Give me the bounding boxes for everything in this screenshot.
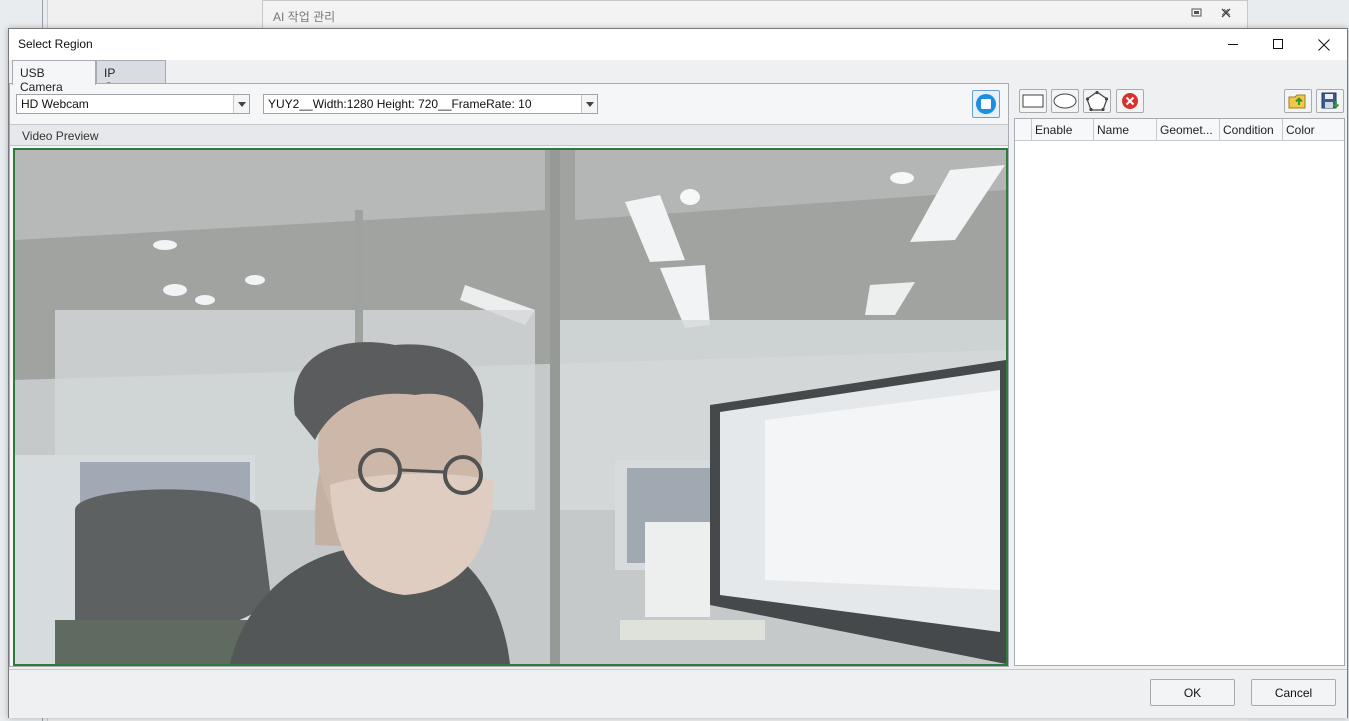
camera-panel: HD Webcam YUY2__Width:1280 Height: 720__… [9, 83, 1009, 667]
chevron-down-icon[interactable] [233, 95, 249, 113]
select-region-dialog: Select Region USB Camera IP Camera HD We… [8, 28, 1348, 718]
close-icon [1318, 38, 1330, 51]
grid-header-name[interactable]: Name [1093, 119, 1156, 140]
draw-ellipse-button[interactable] [1051, 89, 1079, 113]
grid-header-enable[interactable]: Enable [1031, 119, 1093, 140]
save-icon [1321, 92, 1339, 109]
delete-region-button[interactable] [1116, 89, 1144, 113]
dialog-titlebar: Select Region [9, 29, 1347, 60]
polygon-icon [1086, 91, 1108, 111]
video-frame-image [15, 150, 1006, 664]
grid-header-geometry[interactable]: Geomet... [1156, 119, 1219, 140]
load-regions-button[interactable] [1284, 89, 1312, 113]
region-panel: Enable Name Geomet... Condition Color [1013, 83, 1345, 667]
minimize-button[interactable] [1210, 29, 1256, 60]
tab-ip-camera[interactable]: IP Camera [96, 60, 166, 94]
draw-rectangle-button[interactable] [1019, 89, 1047, 113]
regions-grid[interactable]: Enable Name Geomet... Condition Color [1014, 118, 1345, 666]
dialog-button-bar: OK Cancel [9, 669, 1347, 718]
maximize-button[interactable] [1255, 29, 1301, 60]
cancel-button[interactable]: Cancel [1251, 679, 1336, 706]
device-select-value: HD Webcam [21, 97, 89, 111]
close-icon[interactable] [1219, 7, 1233, 21]
video-preview[interactable] [13, 148, 1008, 666]
draw-polygon-button[interactable] [1083, 89, 1111, 113]
device-select[interactable]: HD Webcam [16, 94, 250, 114]
background-window-titlebar: AI 작업 관리 [262, 0, 1248, 30]
maximize-icon [1272, 39, 1283, 49]
ok-button[interactable]: OK [1150, 679, 1235, 706]
rectangle-icon [1022, 94, 1044, 108]
preview-header: Video Preview [10, 124, 1008, 146]
background-window-title: AI 작업 관리 [273, 10, 336, 24]
close-button[interactable] [1301, 29, 1347, 60]
tab-usb-camera[interactable]: USB Camera [12, 60, 96, 94]
format-select[interactable]: YUY2__Width:1280 Height: 720__FrameRate:… [263, 94, 598, 114]
restore-icon[interactable] [1189, 7, 1203, 21]
format-select-value: YUY2__Width:1280 Height: 720__FrameRate:… [268, 97, 532, 111]
ellipse-icon [1053, 93, 1077, 109]
chevron-down-icon[interactable] [581, 95, 597, 113]
grid-header-indicator [1015, 119, 1031, 140]
minimize-icon [1227, 44, 1238, 45]
grid-header-color[interactable]: Color [1282, 119, 1346, 140]
grid-header-condition[interactable]: Condition [1219, 119, 1282, 140]
stop-capture-button[interactable] [972, 90, 1000, 118]
open-folder-icon [1288, 94, 1306, 109]
grid-header: Enable Name Geomet... Condition Color [1015, 119, 1344, 141]
delete-icon [1122, 93, 1138, 109]
dialog-title: Select Region [18, 37, 93, 51]
stop-icon [976, 94, 996, 114]
save-regions-button[interactable] [1316, 89, 1344, 113]
preview-header-label: Video Preview [22, 129, 99, 143]
